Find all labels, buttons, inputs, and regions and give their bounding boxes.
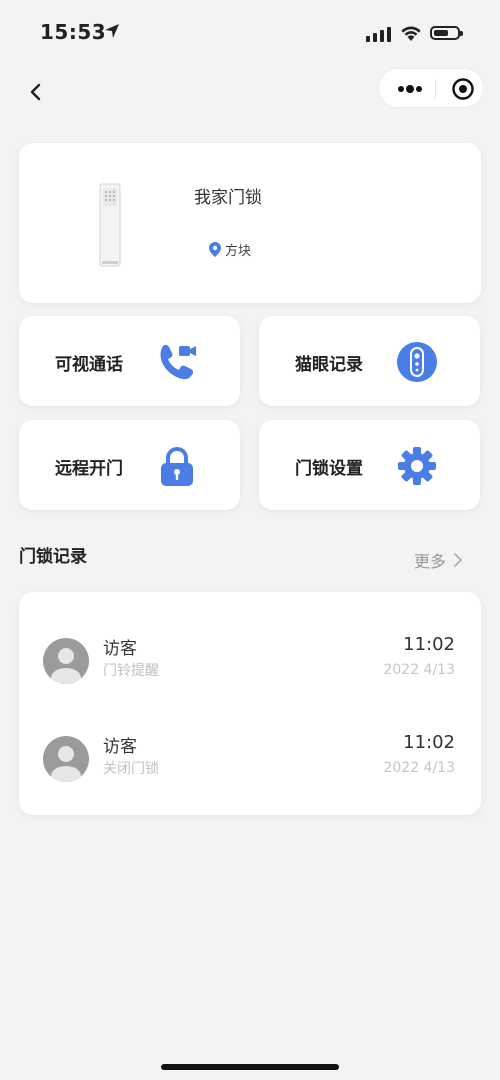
peephole-record-tile[interactable]: 猫眼记录 [259, 316, 480, 406]
device-name: 我家门锁 [194, 188, 262, 208]
remote-unlock-label: 远程开门 [55, 459, 123, 479]
record-visitor: 访客 [103, 737, 137, 757]
device-location-label: 方块 [225, 244, 252, 259]
record-date: 2022 4/13 [383, 662, 455, 678]
record-time: 11:02 [403, 732, 455, 753]
gear-icon [398, 447, 436, 485]
more-link[interactable]: 更多 [414, 548, 462, 572]
video-call-label: 可视通话 [55, 355, 123, 375]
list-item[interactable]: 访客 关闭门锁 11:02 2022 4/13 [19, 730, 481, 820]
lock-settings-tile[interactable]: 门锁设置 [259, 420, 480, 510]
chevron-right-icon [454, 553, 462, 567]
record-visitor: 访客 [103, 639, 137, 659]
record-event: 关闭门锁 [103, 761, 159, 777]
wifi-icon [401, 26, 421, 41]
home-indicator[interactable] [161, 1064, 339, 1070]
lock-records-title: 门锁记录 [19, 547, 87, 567]
remote-unlock-tile[interactable]: 远程开门 [19, 420, 240, 510]
lock-records-list: 访客 门铃提醒 11:02 2022 4/13 访客 关闭门锁 11:02 20… [19, 592, 481, 815]
lock-settings-label: 门锁设置 [295, 459, 363, 479]
record-event: 门铃提醒 [103, 663, 159, 679]
video-call-tile[interactable]: 可视通话 [19, 316, 240, 406]
status-bar: 15:53 [0, 0, 500, 64]
padlock-icon [161, 447, 193, 486]
door-lock-image-icon [99, 183, 121, 267]
record-date: 2022 4/13 [383, 760, 455, 776]
miniprogram-capsule [378, 68, 484, 108]
location-arrow-icon [105, 24, 119, 38]
peephole-record-label: 猫眼记录 [295, 355, 363, 375]
list-item[interactable]: 访客 门铃提醒 11:02 2022 4/13 [19, 632, 481, 722]
cellular-signal-icon [366, 27, 391, 42]
user-avatar-icon [51, 746, 81, 782]
user-avatar-icon [51, 648, 81, 684]
peephole-icon [397, 342, 437, 382]
status-time: 15:53 [40, 20, 107, 44]
capsule-divider [435, 79, 436, 99]
back-arrow-icon[interactable] [24, 80, 48, 104]
battery-icon [430, 26, 463, 40]
avatar [43, 638, 89, 684]
record-time: 11:02 [403, 634, 455, 655]
device-card[interactable]: 我家门锁 方块 [19, 143, 481, 303]
more-dots-icon[interactable] [397, 82, 423, 96]
more-link-label: 更多 [414, 552, 447, 571]
location-pin-icon [209, 242, 221, 257]
avatar [43, 736, 89, 782]
video-call-icon [160, 344, 196, 380]
device-location: 方块 [209, 240, 251, 259]
close-target-icon[interactable] [451, 77, 475, 101]
